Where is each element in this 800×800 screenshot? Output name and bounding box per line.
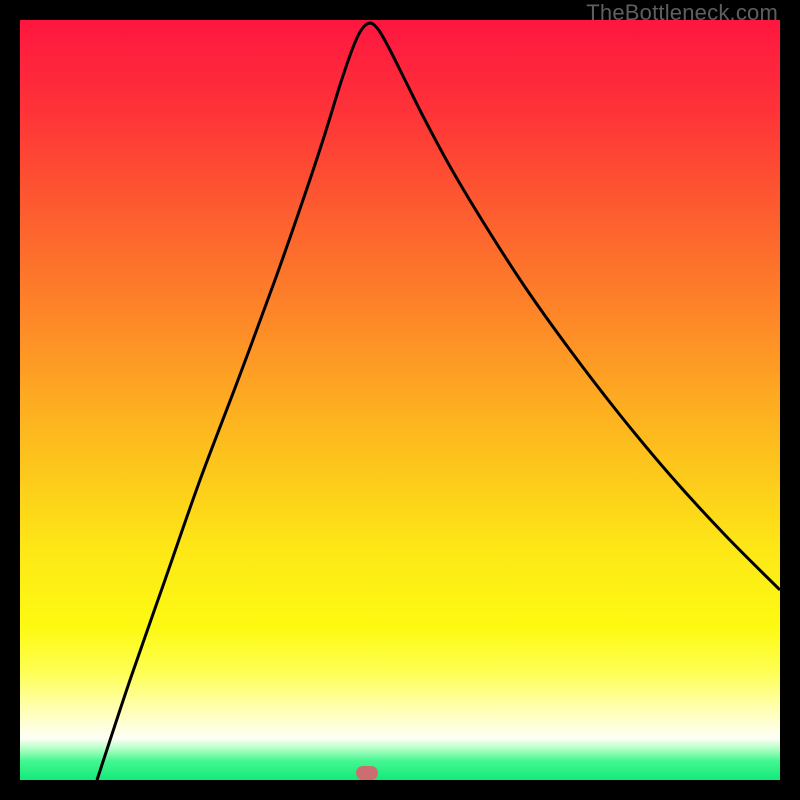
bottleneck-plot	[20, 20, 780, 780]
minimum-marker	[356, 766, 378, 780]
chart-frame	[20, 20, 780, 780]
watermark-text: TheBottleneck.com	[586, 0, 778, 26]
